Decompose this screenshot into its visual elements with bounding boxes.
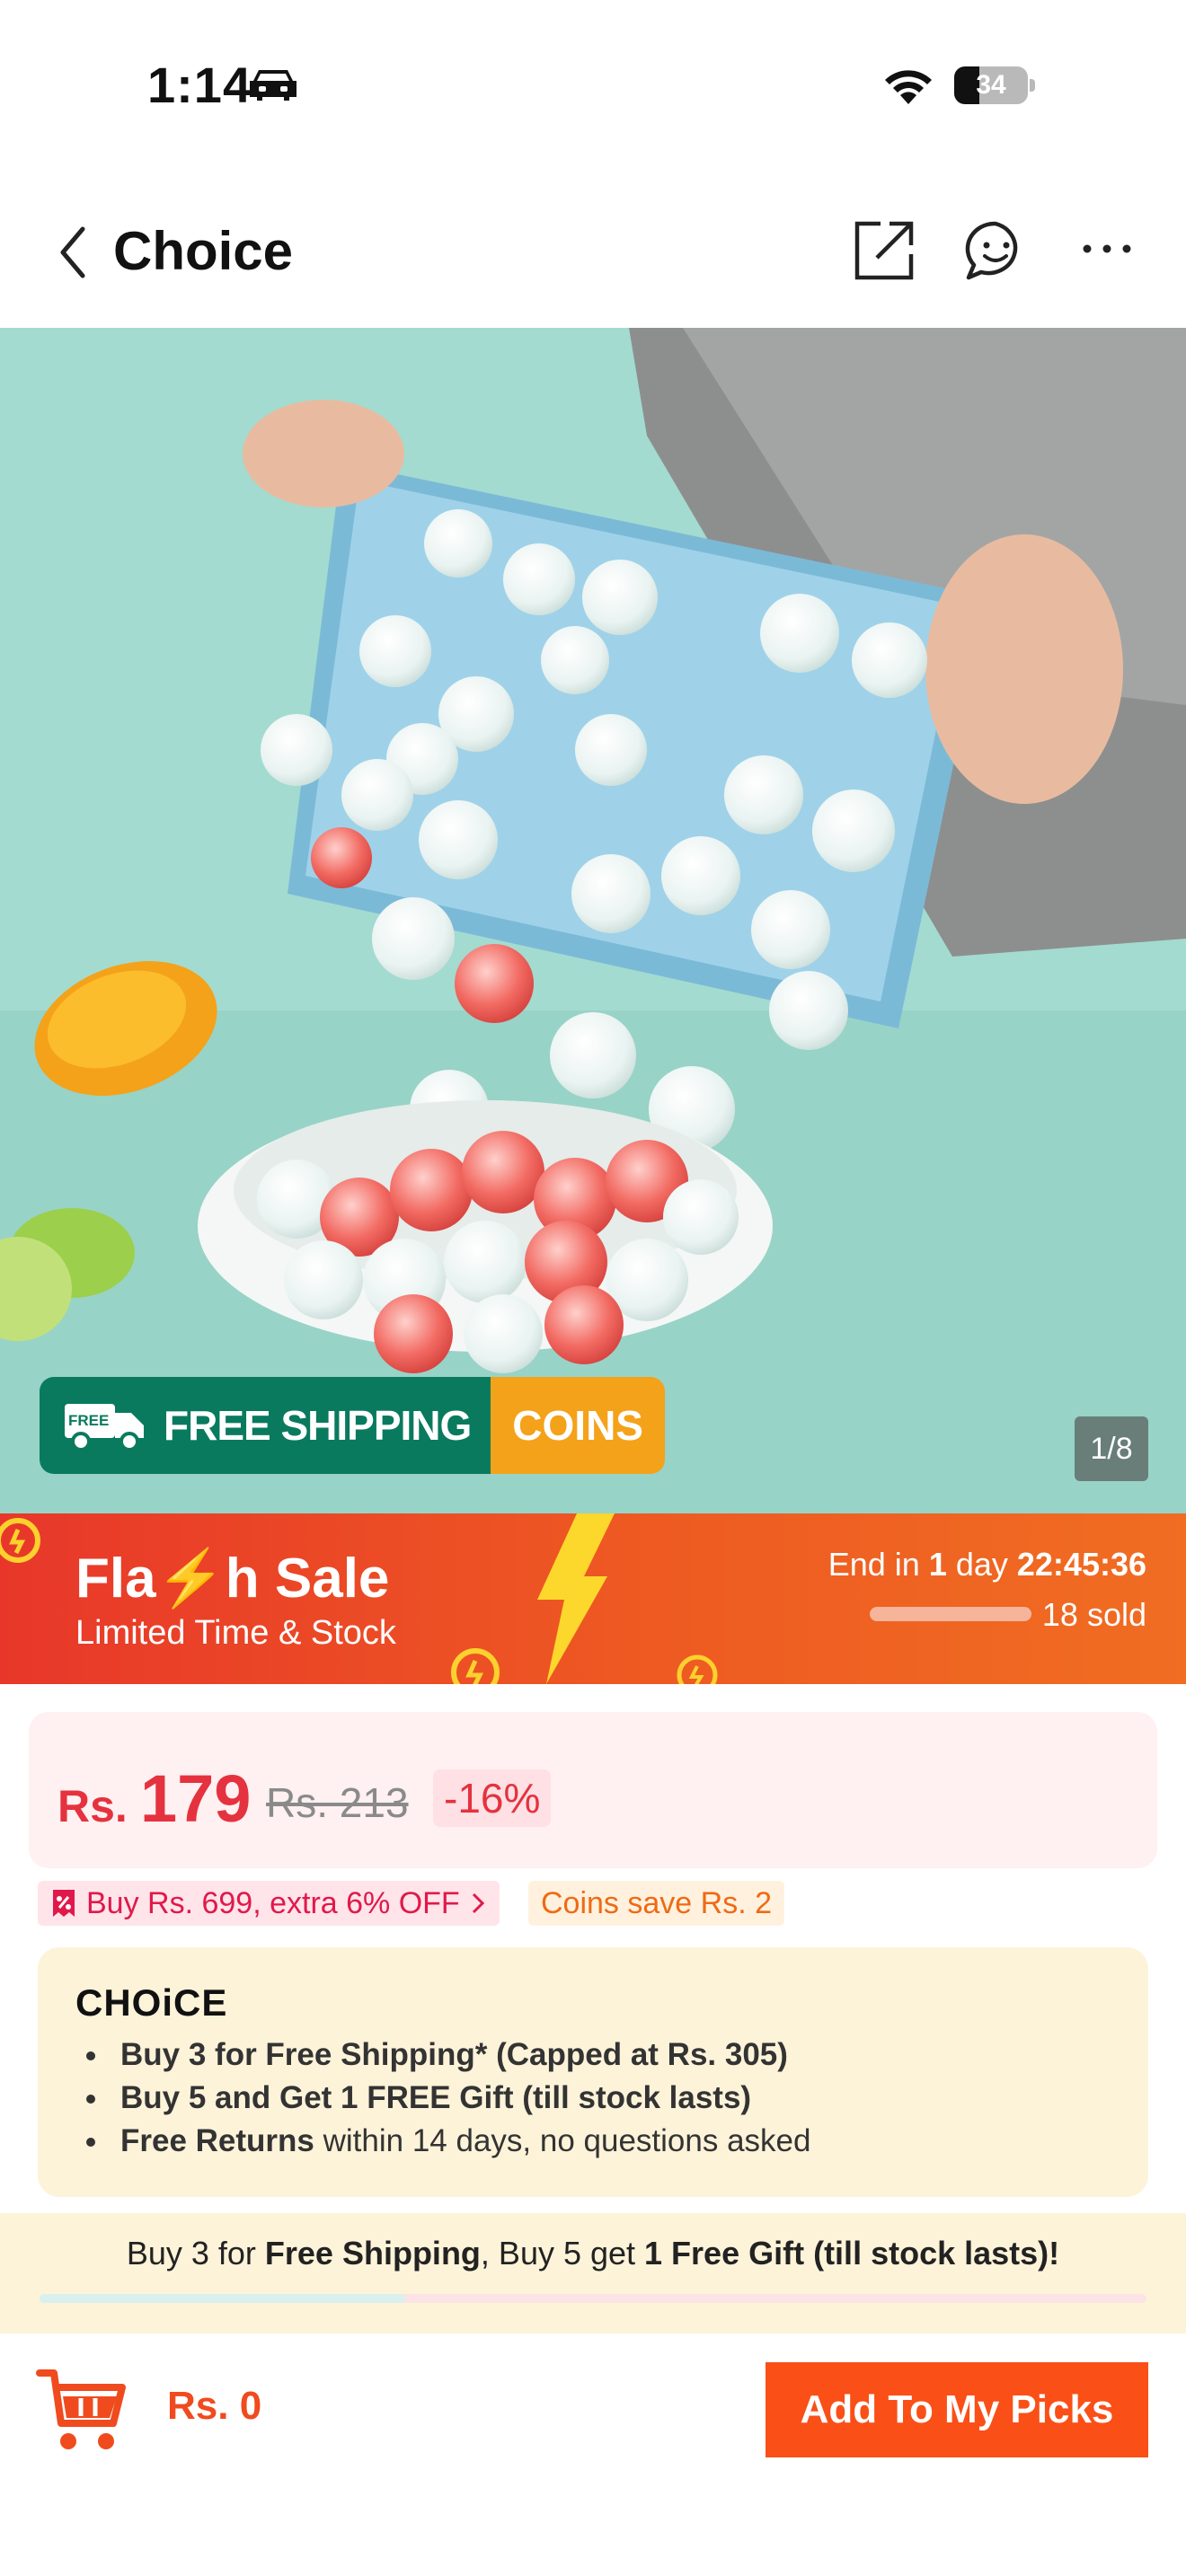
share-icon[interactable] bbox=[852, 218, 916, 283]
bundle-discount-label: Buy Rs. 699, extra 6% OFF bbox=[86, 1885, 460, 1920]
bundle-progress-banner: Buy 3 for Free Shipping, Buy 5 get 1 Fre… bbox=[0, 2213, 1186, 2333]
sold-count: 18 sold bbox=[1041, 1596, 1146, 1633]
flash-sale-subtitle: Limited Time & Stock bbox=[75, 1614, 396, 1652]
coins-label: COINS bbox=[512, 1402, 643, 1449]
badge-free-mini: FREE bbox=[68, 1412, 109, 1429]
bundle-progress-fill bbox=[40, 2294, 405, 2303]
coins-save-chip: Coins save Rs. 2 bbox=[528, 1881, 784, 1926]
coins-save-label: Coins save Rs. 2 bbox=[541, 1885, 772, 1920]
chevron-right-icon bbox=[472, 1892, 484, 1914]
sold-progress-bar bbox=[870, 1607, 1031, 1621]
price-currency: Rs. bbox=[58, 1781, 128, 1831]
alarm-clock-icon bbox=[0, 1518, 40, 1563]
current-price: 179 bbox=[140, 1761, 252, 1836]
choice-benefits-card: CHOiCE Buy 3 for Free Shipping* (Capped … bbox=[38, 1947, 1148, 2197]
choice-benefits-list: Buy 3 for Free Shipping* (Capped at Rs. … bbox=[77, 2033, 810, 2163]
original-price: Rs. 213 bbox=[266, 1779, 409, 1826]
status-time: 1:14 bbox=[147, 57, 252, 113]
product-photo bbox=[0, 328, 1186, 1513]
flash-sale-banner: Fla⚡h Sale Limited Time & Stock End in 1… bbox=[0, 1513, 1186, 1684]
bundle-progress-track bbox=[40, 2294, 1146, 2303]
car-icon bbox=[250, 70, 296, 101]
list-item: Buy 3 for Free Shipping* (Capped at Rs. … bbox=[77, 2033, 810, 2077]
image-counter: 1/8 bbox=[1075, 1416, 1148, 1481]
more-icon[interactable] bbox=[1078, 240, 1136, 258]
battery-level: 34 bbox=[976, 70, 1006, 100]
cart-icon[interactable] bbox=[34, 2360, 131, 2457]
alarm-clock-icon bbox=[451, 1648, 500, 1684]
product-image[interactable]: FREE FREE SHIPPING COINS 1/8 bbox=[0, 328, 1186, 1513]
flash-sale-title: Fla⚡h Sale bbox=[75, 1548, 390, 1610]
free-shipping-label: FREE SHIPPING bbox=[164, 1402, 472, 1449]
bundle-discount-chip[interactable]: Buy Rs. 699, extra 6% OFF bbox=[38, 1881, 500, 1926]
wifi-icon bbox=[885, 70, 932, 104]
delivery-truck-icon: FREE bbox=[65, 1404, 144, 1451]
free-shipping-coins-badge: FREE FREE SHIPPING COINS bbox=[40, 1377, 665, 1474]
status-bar: 1:14 34 bbox=[0, 0, 1186, 171]
choice-logo: CHOiCE bbox=[75, 1981, 228, 2024]
lightning-icon bbox=[537, 1513, 615, 1684]
list-item: Free Returns within 14 days, no question… bbox=[77, 2120, 810, 2163]
back-icon[interactable] bbox=[56, 224, 92, 281]
nav-bar: Choice bbox=[0, 193, 1186, 328]
alarm-clock-icon bbox=[677, 1654, 718, 1684]
add-to-my-picks-button[interactable]: Add To My Picks bbox=[766, 2362, 1148, 2457]
bottom-action-bar: Rs. 0 Add To My Picks bbox=[0, 2333, 1186, 2576]
battery-indicator: 34 bbox=[954, 66, 1035, 104]
coupon-icon bbox=[53, 1890, 75, 1917]
discount-badge: -16% bbox=[433, 1769, 552, 1827]
price-section: Rs. 179 Rs. 213 -16% bbox=[29, 1712, 1157, 1868]
bundle-progress-text: Buy 3 for Free Shipping, Buy 5 get 1 Fre… bbox=[126, 2235, 1060, 2272]
chat-icon[interactable] bbox=[963, 218, 1028, 283]
flash-sale-countdown: End in 1 day 22:45:36 bbox=[828, 1546, 1146, 1583]
list-item: Buy 5 and Get 1 FREE Gift (till stock la… bbox=[77, 2077, 810, 2120]
cart-total: Rs. 0 bbox=[167, 2384, 262, 2428]
page-title: Choice bbox=[113, 221, 294, 281]
